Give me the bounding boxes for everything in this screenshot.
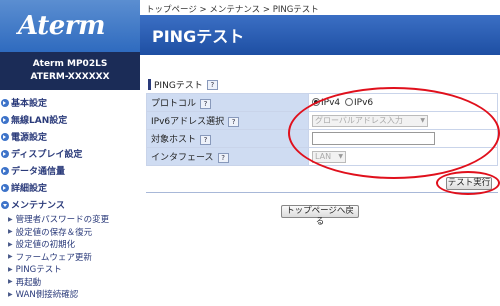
help-icon[interactable]: ? [200,99,212,109]
table-row: プロトコル? IPv4 IPv6 [146,93,498,112]
arrow-icon [1,166,9,175]
ipv6-radio[interactable] [345,98,354,106]
protocol-value: IPv4 IPv6 [308,93,498,112]
sidebar-item-label: 電源設定 [11,133,48,143]
select-value: LAN [315,152,332,161]
host-label: 対象ホスト? [146,129,309,148]
arrow-icon [1,98,9,107]
test-run-button[interactable]: テスト実行 [446,177,492,190]
model-info: Aterm MP02LS ATERM-XXXXXX [0,52,140,90]
sidebar-subitem-admin-password[interactable]: ▶ 管理者パスワードの変更 [0,213,140,226]
ipv6-label: IPv6 [354,97,374,108]
chevron-down-icon: ▼ [338,153,343,160]
interface-value: LAN ▼ [308,147,498,166]
arrow-icon [1,115,9,124]
sidebar-subitem-ping-test[interactable]: ▶ PINGテスト [0,263,140,276]
section-marker [148,79,151,90]
host-value [308,129,498,148]
arrow-icon [1,132,9,141]
triangle-icon: ▶ [8,240,13,248]
sidebar-subitem-label: PINGテスト [15,265,62,276]
expanded-arrow-icon [1,200,9,209]
sidebar-subitem-firmware-update[interactable]: ▶ ファームウェア更新 [0,251,140,264]
sidebar-subitem-label: 再起動 [15,277,42,288]
ping-form-table: プロトコル? IPv4 IPv6 IPv6アドレス選択? グローバルアドレス入力… [146,93,498,166]
sidebar-subitem-reboot[interactable]: ▶ 再起動 [0,276,140,289]
triangle-icon: ▶ [8,253,13,261]
protocol-label: プロトコル? [146,93,309,112]
page-title-bar: PINGテスト [140,15,500,55]
ipv6-select-value: グローバルアドレス入力 ▼ [308,111,498,130]
triangle-icon: ▶ [8,290,13,298]
section-title-text: PINGテスト [154,81,203,91]
chevron-down-icon: ▼ [420,117,425,124]
device-id: ATERM-XXXXXX [30,72,110,82]
sidebar-item-label: データ通信量 [11,167,66,177]
page-title: PINGテスト [152,27,245,46]
triangle-icon: ▶ [8,265,13,273]
label-text: 対象ホスト [151,135,197,145]
breadcrumb: トップページ > メンテナンス > PINGテスト [146,5,319,15]
ipv6-select-label: IPv6アドレス選択? [146,111,309,130]
sidebar-item-label: ディスプレイ設定 [11,150,83,160]
section-title: PINGテスト ? [148,78,218,91]
sidebar-item-power[interactable]: 電源設定 [0,128,140,145]
sidebar-subitem-label: WAN側接続確認 [15,290,79,301]
interface-label: インタフェース? [146,147,309,166]
triangle-icon: ▶ [8,278,13,286]
sidebar-item-display[interactable]: ディスプレイ設定 [0,145,140,162]
sidebar-item-label: 無線LAN設定 [11,116,68,126]
sidebar-item-label: 詳細設定 [11,184,48,194]
sidebar-menu: 基本設定 無線LAN設定 電源設定 ディスプレイ設定 データ通信量 詳細設定 メ… [0,90,140,301]
sidebar-subitem-save-restore[interactable]: ▶ 設定値の保存＆復元 [0,226,140,239]
sidebar-item-data-usage[interactable]: データ通信量 [0,162,140,179]
table-row: インタフェース? LAN ▼ [146,147,498,166]
ipv4-radio[interactable] [312,98,320,106]
logo-text: Aterm [18,11,105,41]
sidebar-item-label: メンテナンス [11,201,65,211]
sidebar-item-wireless-lan[interactable]: 無線LAN設定 [0,111,140,128]
table-row: 対象ホスト? [146,129,498,148]
interface-select[interactable]: LAN ▼ [312,150,346,163]
sidebar-item-label: 基本設定 [11,99,48,109]
triangle-icon: ▶ [8,228,13,236]
divider [146,192,498,193]
sidebar-item-advanced[interactable]: 詳細設定 [0,179,140,196]
ipv4-label: IPv4 [321,97,341,108]
table-row: IPv6アドレス選択? グローバルアドレス入力 ▼ [146,111,498,130]
target-host-input[interactable] [312,132,435,145]
back-to-top-button[interactable]: トップページへ戻る [281,205,359,227]
ipv6-address-select[interactable]: グローバルアドレス入力 ▼ [312,114,428,127]
label-text: インタフェース [151,153,214,163]
sidebar-subitem-wan-check[interactable]: ▶ WAN側接続確認 [0,288,140,301]
arrow-icon [1,183,9,192]
sidebar-subitem-factory-reset[interactable]: ▶ 設定値の初期化 [0,238,140,251]
sidebar-subitem-label: 設定値の保存＆復元 [15,227,93,238]
sidebar-subitem-label: 管理者パスワードの変更 [15,215,110,226]
model-name: Aterm MP02LS [32,59,108,69]
help-icon[interactable]: ? [206,79,218,90]
label-text: プロトコル [151,99,197,109]
aterm-logo: Aterm [0,0,140,52]
help-icon[interactable]: ? [217,153,229,163]
sidebar-subitem-label: ファームウェア更新 [15,252,92,263]
sidebar-subitem-label: 設定値の初期化 [15,240,76,251]
help-icon[interactable]: ? [228,117,240,127]
arrow-icon [1,149,9,158]
sidebar: Aterm Aterm MP02LS ATERM-XXXXXX 基本設定 無線L… [0,0,140,306]
sidebar-item-maintenance[interactable]: メンテナンス [0,196,140,213]
select-value: グローバルアドレス入力 [315,116,403,125]
label-text: IPv6アドレス選択 [151,117,225,127]
help-icon[interactable]: ? [200,135,212,145]
triangle-icon: ▶ [8,215,13,223]
main-content: トップページ > メンテナンス > PINGテスト PINGテスト PINGテス… [140,0,500,306]
sidebar-item-basic[interactable]: 基本設定 [0,94,140,111]
